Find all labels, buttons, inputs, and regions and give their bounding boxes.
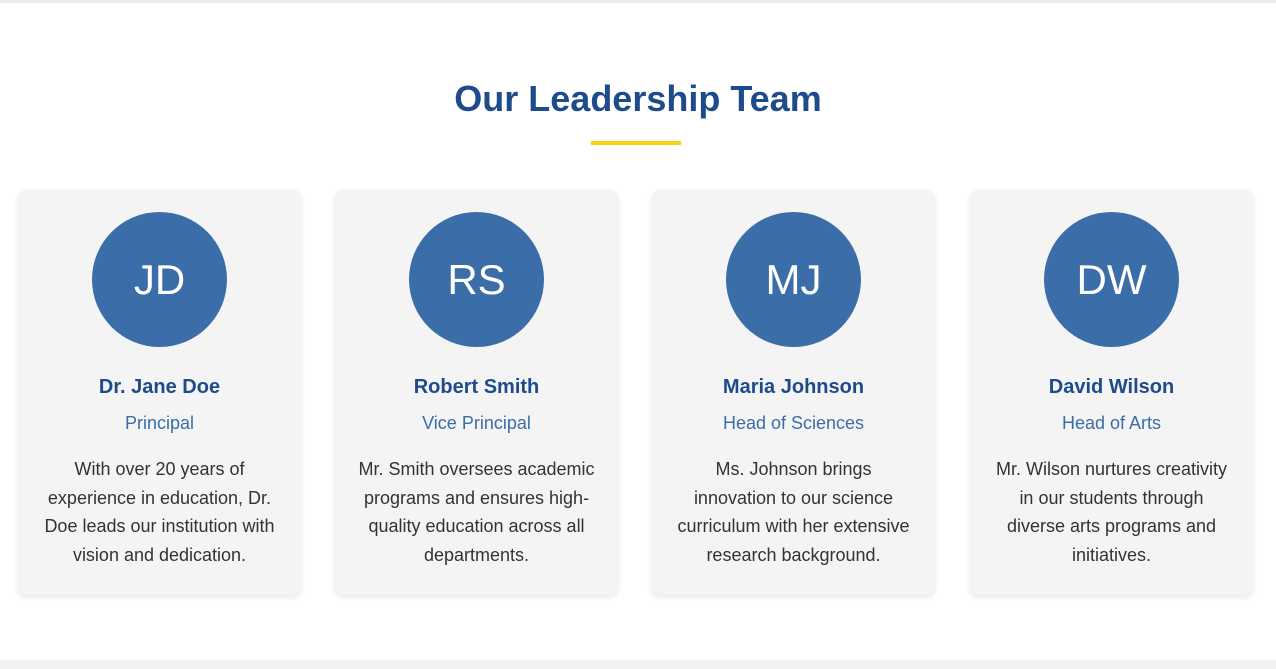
member-role: Head of Arts: [1061, 413, 1162, 433]
avatar: MJ: [726, 212, 861, 347]
member-role: Principal: [124, 413, 195, 433]
member-name: Maria Johnson: [722, 376, 865, 398]
member-role: Head of Sciences: [722, 413, 865, 433]
team-card-robert-smith: RS Robert Smith Vice Principal Mr. Smith…: [335, 190, 618, 595]
team-cards: JD Dr. Jane Doe Principal With over 20 y…: [18, 190, 1254, 595]
section-title: Our Leadership Team: [454, 78, 822, 119]
member-name: David Wilson: [1048, 376, 1175, 398]
member-bio: Mr. Smith oversees academic programs and…: [358, 459, 595, 565]
member-bio: Mr. Wilson nurtures creativity in our st…: [995, 459, 1228, 565]
avatar: JD: [92, 212, 227, 347]
bottom-divider: [0, 660, 1276, 669]
team-card-david-wilson: DW David Wilson Head of Arts Mr. Wilson …: [970, 190, 1253, 595]
member-bio: Ms. Johnson brings innovation to our sci…: [677, 459, 910, 565]
member-role: Vice Principal: [422, 413, 531, 433]
avatar: RS: [409, 212, 544, 347]
member-name: Dr. Jane Doe: [98, 376, 221, 398]
member-name: Robert Smith: [413, 376, 540, 398]
team-card-maria-johnson: MJ Maria Johnson Head of Sciences Ms. Jo…: [652, 190, 935, 595]
member-bio: With over 20 years of experience in educ…: [44, 459, 275, 565]
team-card-jane-doe: JD Dr. Jane Doe Principal With over 20 y…: [18, 190, 301, 595]
avatar: DW: [1044, 212, 1179, 347]
leadership-section: Our Leadership Team JD Dr. Jane Doe Prin…: [0, 3, 1276, 660]
title-underline: [591, 141, 681, 145]
